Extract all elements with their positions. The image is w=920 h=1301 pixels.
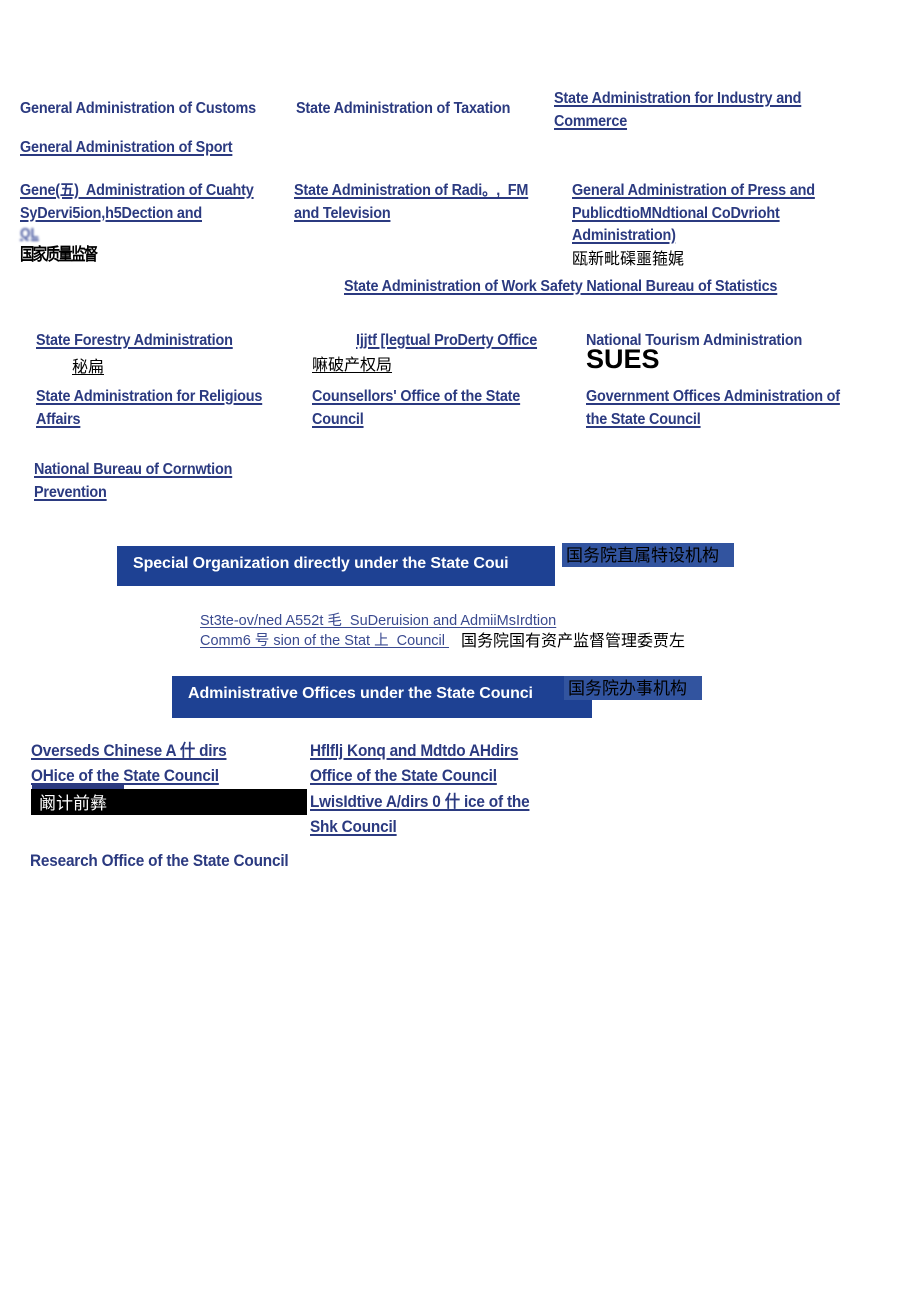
banner-special-organization: Special Organization directly under the … <box>117 546 555 586</box>
agency-radio-film-tv[interactable]: State Administration of Radi。, FM and Te… <box>294 180 536 225</box>
agency-religious-affairs[interactable]: State Administration for Religious Affai… <box>36 386 267 431</box>
agency-sasac-line2-cn: 国务院国有资产监督管理委贾左 <box>461 631 686 650</box>
agency-press-publication[interactable]: General Administration of Press and Publ… <box>572 180 837 248</box>
agency-forestry-cn: 秘扁 <box>72 357 105 376</box>
agency-customs[interactable]: General Administration of Customs <box>20 98 271 121</box>
banner-administrative-offices: Administrative Offices under the State C… <box>172 676 592 718</box>
agency-overseas-chinese-cn: 阚计前彝 <box>31 789 307 815</box>
agency-sasac-line2[interactable]: Comm6 号 sion of the Stat 上 Council <box>200 631 449 652</box>
agency-industry-commerce[interactable]: State Administration for Industry and Co… <box>554 88 824 133</box>
agency-quality-supervision[interactable]: Gene(五) Administration of Cuahty SyDervi… <box>20 180 271 225</box>
banner-special-organization-cn: 国务院直属特设机构 <box>562 543 734 567</box>
agency-counsellors-office[interactable]: Counsellors' Office of the State Council <box>312 386 535 431</box>
agency-hongkong-macao-affairs[interactable]: Hflflj Konq and Mdtdo AHdirs Office of t… <box>310 739 557 789</box>
banner-administrative-offices-cn: 国务院办事机构 <box>564 676 702 700</box>
agency-legislative-affairs[interactable]: LwisIdtive A/dirs 0 什 ice of the Shk Cou… <box>310 790 563 840</box>
scanned-page: General Administration of Customs State … <box>0 0 920 1301</box>
agency-overseas-chinese-affairs[interactable]: Overseds Chinese A 什 dirs OHice of the S… <box>31 739 271 789</box>
agency-intellectual-property-cn: 嘛破产权局 <box>312 355 393 374</box>
agency-sport[interactable]: General Administration of Sport <box>20 137 271 160</box>
agency-tourism-mark: SUES <box>586 344 660 374</box>
agency-press-publication-cn: 瓯新毗磲噩箍娓 <box>572 249 685 268</box>
agency-intellectual-property[interactable]: Ijjtf [legtual ProDerty Office <box>356 330 589 353</box>
agency-government-offices-admin[interactable]: Government Offices Administration of the… <box>586 386 856 431</box>
agency-research-office[interactable]: Research Office of the State Council <box>30 850 328 873</box>
agency-corruption-prevention[interactable]: National Bureau of Cornwtion Prevention <box>34 459 248 504</box>
agency-work-safety-statistics[interactable]: State Administration of Work Safety Nati… <box>344 276 781 299</box>
agency-forestry[interactable]: State Forestry Administration <box>36 330 259 353</box>
agency-sasac-line1[interactable]: St3te-ov/ned A552t 毛 SuDeruision and Adm… <box>200 611 556 632</box>
agency-quality-supervision-cn: 国家质量监督 <box>20 245 98 265</box>
agency-taxation[interactable]: State Administration of Taxation <box>296 98 529 121</box>
